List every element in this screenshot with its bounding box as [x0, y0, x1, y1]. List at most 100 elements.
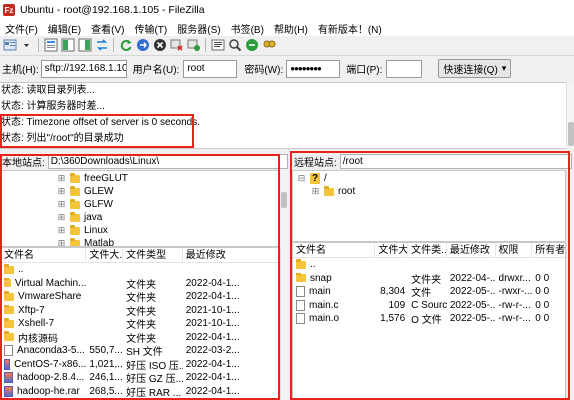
file-name: CentOS-7-x86...	[14, 358, 87, 370]
column-owner[interactable]: 所有者...	[532, 243, 565, 258]
local-tree-scrollbar[interactable]	[279, 170, 288, 247]
process-queue-icon[interactable]	[135, 38, 150, 53]
tree-item[interactable]: ⊞ root	[293, 185, 565, 198]
column-filesize[interactable]: 文件大...	[375, 243, 409, 258]
file-modified-cell: 2021-10-1...	[185, 318, 240, 330]
column-modified[interactable]: 最近修改	[447, 243, 496, 258]
table-row[interactable]: main.c 109 C Sourc...2022-05-...-rw-r-... 0…	[293, 299, 565, 313]
table-row[interactable]: ..	[1, 263, 279, 277]
toggle-queue-icon[interactable]	[94, 38, 109, 53]
port-input[interactable]	[386, 59, 423, 78]
file-name: ..	[310, 259, 316, 271]
menu-new-version[interactable]: 有新版本！(N)	[313, 21, 387, 36]
menu-server[interactable]: 服务器(S)	[172, 21, 225, 36]
site-manager-icon[interactable]	[2, 38, 17, 53]
tree-item[interactable]: ⊞ Matlab	[1, 237, 278, 246]
table-row[interactable]: CentOS-7-x86... 1,021,... 好压 ISO 压... 2022-…	[1, 358, 279, 372]
table-row[interactable]: Anaconda3-5... 550,7... SH 文件 2022-03-2...	[1, 344, 279, 358]
table-row[interactable]: Xshell-7 文件夹 2021-10-1...	[1, 317, 279, 331]
table-row[interactable]: VmwareShare 文件夹 2022-04-1...	[1, 290, 279, 304]
host-input[interactable]: sftp://192.168.1.10	[40, 59, 127, 78]
expand-icon[interactable]: ⊞	[57, 225, 66, 235]
menu-bar: 文件(F) 编辑(E) 查看(V) 传输(T) 服务器(S) 书签(B) 帮助(…	[0, 20, 574, 36]
local-file-list-header: 文件名 文件大... 文件类型 最近修改	[1, 248, 279, 263]
log-scroll-thumb[interactable]	[568, 122, 574, 146]
dropdown-arrow-icon[interactable]	[19, 38, 34, 53]
table-row[interactable]: Virtual Machin... 文件夹 2022-04-1...	[1, 277, 279, 291]
comparison-icon[interactable]	[227, 38, 242, 53]
username-input[interactable]: root	[183, 59, 238, 78]
tree-item[interactable]: ⊞ GLEW	[1, 185, 278, 198]
tree-item[interactable]: ⊞ java	[1, 211, 278, 224]
password-label: 密码(W):	[244, 65, 284, 76]
expand-icon[interactable]: ⊞	[57, 199, 66, 209]
file-modified-cell: 2022-05-...	[449, 286, 496, 298]
table-row[interactable]: Xftp-7 文件夹 2021-10-1...	[1, 304, 279, 318]
file-size-cell: 8,304	[380, 286, 406, 298]
search-icon[interactable]	[261, 38, 276, 53]
remote-site-label: 远程站点:	[294, 158, 337, 169]
remote-list-scrollbar[interactable]	[566, 242, 574, 400]
refresh-icon[interactable]	[118, 38, 133, 53]
column-modified[interactable]: 最近修改	[183, 248, 279, 263]
file-type-cell: O 文件	[411, 315, 442, 327]
tree-item[interactable]: ⊞ freeGLUT	[1, 172, 278, 185]
quickconnect-button[interactable]: 快速连接(Q) ▾	[438, 59, 512, 78]
menu-help[interactable]: 帮助(H)	[269, 21, 313, 36]
remote-path-input[interactable]: /root	[339, 154, 572, 169]
table-row[interactable]: hadoop-he.rar 268,5... 好压 RAR ... 2022-04-1…	[1, 385, 279, 399]
column-filesize[interactable]: 文件大...	[86, 248, 124, 263]
column-filetype[interactable]: 文件类型	[123, 248, 183, 263]
local-path-input[interactable]: D:\360Downloads\Linux\	[47, 154, 288, 169]
file-name-cell: Anaconda3-5...	[1, 345, 86, 357]
menu-view[interactable]: 查看(V)	[86, 21, 129, 36]
file-type-cell: C Sourc...	[411, 299, 447, 311]
table-row[interactable]: ..	[293, 258, 565, 272]
expand-icon[interactable]: ⊞	[57, 238, 66, 246]
column-filetype[interactable]: 文件类...	[408, 243, 447, 258]
table-row[interactable]: hadoop-2.8.4... 246,1... 好压 GZ 压... 2022-04…	[1, 371, 279, 385]
folder-icon	[4, 318, 14, 328]
tree-item[interactable]: ⊞ Linux	[1, 224, 278, 237]
filter-icon[interactable]	[210, 38, 225, 53]
menu-transfer[interactable]: 传输(T)	[129, 21, 172, 36]
collapse-icon[interactable]: ⊟	[297, 173, 306, 183]
column-filename[interactable]: 文件名	[1, 248, 87, 263]
table-row[interactable]: main 8,304 文件 2022-05-... -rwxr-... 0 0	[293, 285, 565, 299]
menu-file[interactable]: 文件(F)	[0, 21, 43, 36]
file-icon	[296, 299, 305, 311]
log-line: 状态: 列出"/root"的目录成功	[1, 133, 124, 144]
column-permissions[interactable]: 权限	[496, 243, 533, 258]
password-input[interactable]: ●●●●●●●●	[286, 59, 341, 78]
table-row[interactable]: snap 文件夹 2022-04-... drwxr... 0 0	[293, 272, 565, 286]
file-size-cell: 550,7...	[89, 345, 123, 357]
expand-icon[interactable]: ⊞	[57, 186, 66, 196]
expand-icon[interactable]: ⊞	[57, 173, 66, 183]
tree-item[interactable]: ⊞ GLFW	[1, 198, 278, 211]
folder-icon	[4, 291, 14, 301]
menu-edit[interactable]: 编辑(E)	[43, 21, 86, 36]
reconnect-icon[interactable]	[186, 38, 201, 53]
log-scrollbar[interactable]	[566, 82, 574, 149]
menu-bookmarks[interactable]: 书签(B)	[226, 21, 269, 36]
toggle-local-tree-icon[interactable]	[60, 38, 75, 53]
sync-browse-icon[interactable]	[244, 38, 259, 53]
local-list-scrollbar[interactable]	[280, 247, 288, 400]
file-name: main.c	[309, 299, 339, 311]
expand-icon[interactable]: ⊞	[57, 212, 66, 222]
remote-tree: ⊟ ? / ⊞ root	[292, 170, 566, 242]
toggle-remote-tree-icon[interactable]	[77, 38, 92, 53]
file-modified-cell: 2022-04-1...	[185, 331, 240, 343]
expand-icon[interactable]: ⊞	[311, 186, 320, 196]
tree-item[interactable]: ⊟ ? /	[293, 172, 565, 185]
column-filename[interactable]: 文件名	[293, 243, 376, 258]
local-tree-scroll-thumb[interactable]	[281, 192, 287, 208]
disconnect-icon[interactable]	[169, 38, 184, 53]
table-row[interactable]: 内核源码 文件夹 2022-04-1...	[1, 331, 279, 345]
remote-tree-scrollbar[interactable]	[566, 170, 574, 242]
cancel-icon[interactable]	[152, 38, 167, 53]
toggle-log-icon[interactable]	[43, 38, 58, 53]
file-name: Virtual Machin...	[14, 277, 87, 289]
table-row[interactable]: main.o 1,576 O 文件 2022-05-... -rw-r-... 0 0	[293, 312, 565, 326]
folder-icon	[70, 224, 80, 235]
